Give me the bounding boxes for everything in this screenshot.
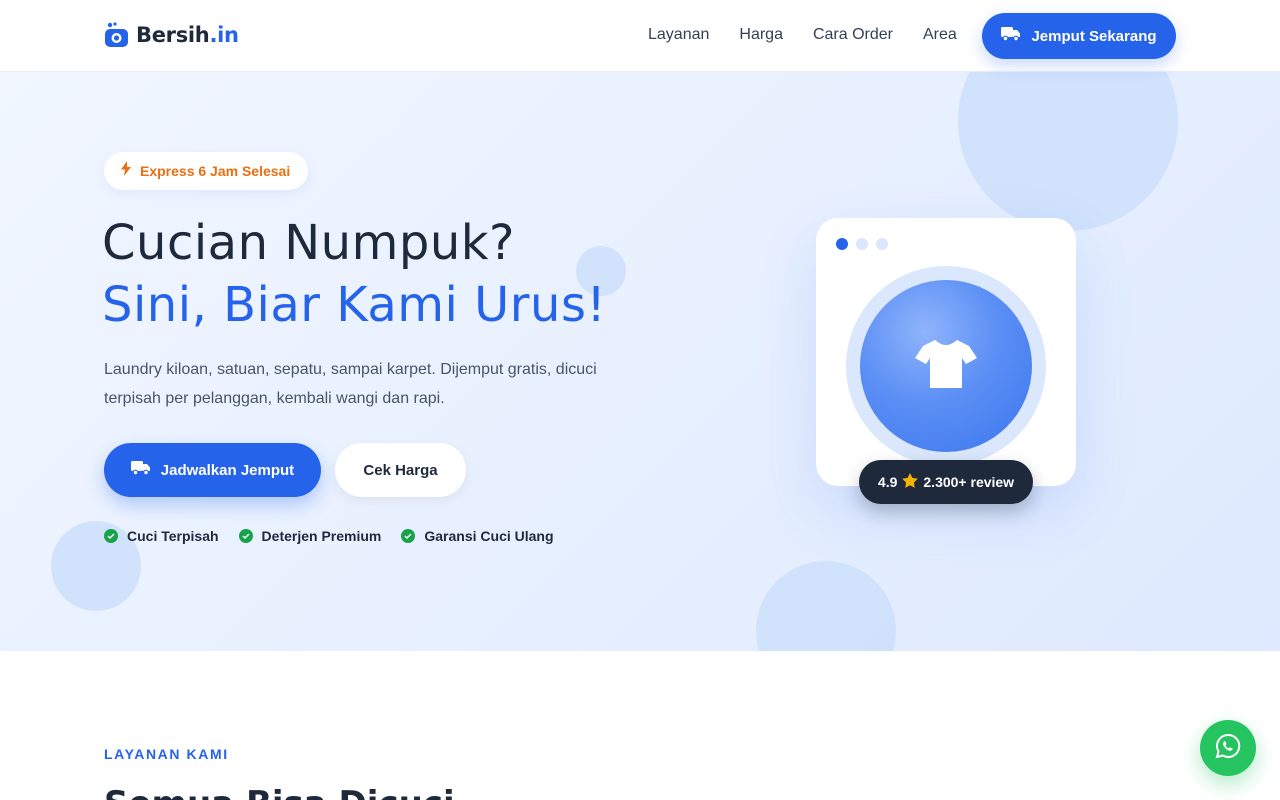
rating-pill: 4.9 2.300+ review — [859, 460, 1033, 504]
star-icon — [902, 473, 919, 491]
schedule-pickup-label: Jadwalkan Jemput — [160, 461, 295, 479]
check-price-button[interactable]: Cek Harga — [335, 443, 466, 497]
decor-bubble — [756, 561, 896, 651]
brand-logo[interactable]: Bersih.in — [104, 20, 239, 50]
nav-link-cara-order[interactable]: Cara Order — [813, 24, 893, 46]
main-nav: Layanan Harga Cara Order Area — [648, 24, 957, 46]
feature-item: Deterjen Premium — [238, 528, 382, 544]
nav-link-harga[interactable]: Harga — [739, 24, 783, 46]
rating-value: 4.9 — [877, 474, 898, 490]
washer-card — [816, 218, 1076, 486]
services-section-label: LAYANAN KAMI — [104, 746, 229, 762]
feature-list: Cuci Terpisah Deterjen Premium Garansi C… — [104, 528, 554, 544]
pickup-now-button[interactable]: Jemput Sekarang — [982, 13, 1176, 59]
washer-drum — [860, 280, 1032, 452]
feature-label: Deterjen Premium — [261, 528, 382, 544]
decor-bubble — [958, 72, 1178, 231]
schedule-pickup-button[interactable]: Jadwalkan Jemput — [104, 443, 321, 497]
washer-icon — [104, 22, 129, 48]
express-badge: Express 6 Jam Selesai — [104, 152, 309, 190]
check-circle-icon — [104, 529, 118, 543]
check-circle-icon — [401, 529, 416, 543]
nav-link-area[interactable]: Area — [923, 24, 957, 46]
t-shirt-icon — [915, 338, 977, 395]
whatsapp-icon — [1214, 732, 1242, 765]
whatsapp-button[interactable] — [1200, 720, 1256, 776]
check-circle-icon — [238, 529, 253, 543]
review-count: 2.300+ review — [923, 474, 1015, 490]
washer-indicator-dots — [836, 238, 888, 250]
truck-icon — [130, 460, 151, 480]
services-section-title: Semua Bisa Dicuci — [104, 784, 455, 800]
hero-section: Express 6 Jam Selesai Cucian Numpuk? Sin… — [0, 72, 1280, 651]
indicator-dot — [836, 238, 848, 250]
feature-item: Cuci Terpisah — [104, 528, 219, 544]
hero-title-line2: Sini, Biar Kami Urus! — [102, 277, 607, 333]
hero-description: Laundry kiloan, satuan, sepatu, sampai k… — [104, 361, 597, 407]
indicator-dot — [876, 238, 888, 250]
nav-link-layanan[interactable]: Layanan — [648, 24, 709, 46]
washer-drum-ring — [846, 266, 1046, 466]
feature-label: Garansi Cuci Ulang — [424, 528, 554, 544]
lightning-bolt-icon — [120, 161, 132, 181]
brand-name: Bersih.in — [136, 23, 239, 47]
hero-title: Cucian Numpuk? Sini, Biar Kami Urus! — [102, 212, 606, 336]
indicator-dot — [856, 238, 868, 250]
express-badge-label: Express 6 Jam Selesai — [140, 163, 291, 179]
pickup-now-label: Jemput Sekarang — [1031, 27, 1157, 45]
feature-item: Garansi Cuci Ulang — [401, 528, 554, 544]
top-navbar: Bersih.in Layanan Harga Cara Order Area … — [0, 0, 1280, 72]
truck-icon — [1001, 26, 1021, 46]
feature-label: Cuci Terpisah — [127, 528, 219, 544]
hero-title-line1: Cucian Numpuk? — [102, 215, 516, 271]
